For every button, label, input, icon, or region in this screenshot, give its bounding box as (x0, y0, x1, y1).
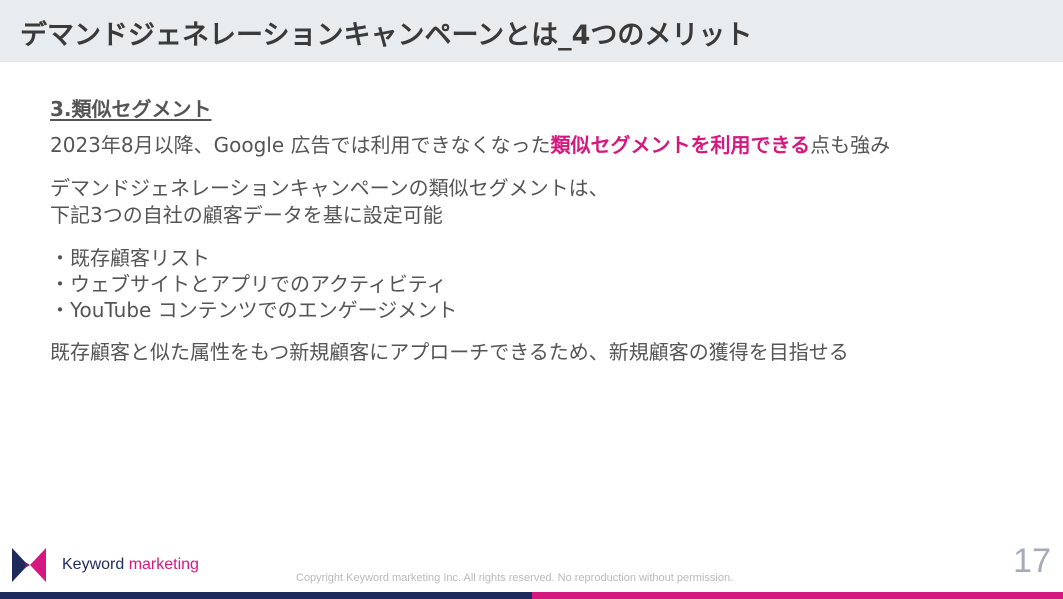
description-line: 下記3つの自社の顧客データを基に設定可能 (50, 203, 443, 227)
logo-wordmark: Keyword marketing (62, 556, 199, 574)
slide-title: デマンドジェネレーションキャンペーンとは_4つのメリット (20, 20, 753, 51)
logo-mark-icon (12, 548, 46, 582)
description-line: デマンドジェネレーションキャンペーンの類似セグメントは、 (50, 176, 609, 200)
intro-paragraph: 2023年8月以降、Google 広告では利用できなくなった類似セグメントを利用… (50, 132, 1040, 159)
section-heading: 3.類似セグメント (50, 97, 212, 121)
page-number: 17 (1013, 542, 1051, 580)
slide-header: デマンドジェネレーションキャンペーンとは_4つのメリット (0, 0, 1063, 62)
slide-content: 3.類似セグメント 2023年8月以降、Google 広告では利用できなくなった… (50, 93, 1040, 382)
bullet-item: ・ウェブサイトとアプリでのアクティビティ (50, 272, 447, 296)
intro-text-after: 点も強み (810, 133, 891, 157)
copyright-notice: Copyright Keyword marketing Inc. All rig… (296, 572, 734, 584)
bullet-item: ・YouTube コンテンツでのエンゲージメント (50, 298, 458, 322)
logo-word-marketing: marketing (124, 556, 199, 573)
footer-bar-navy (0, 592, 532, 599)
company-logo: Keyword marketing (12, 548, 232, 582)
bullet-list: ・既存顧客リスト ・ウェブサイトとアプリでのアクティビティ ・YouTube コ… (50, 245, 1040, 323)
conclusion-paragraph: 既存顧客と似た属性をもつ新規顧客にアプローチできるため、新規顧客の獲得を目指せる (50, 340, 849, 364)
footer-bar-pink (532, 592, 1063, 599)
bullet-item: ・既存顧客リスト (50, 246, 210, 270)
slide: デマンドジェネレーションキャンペーンとは_4つのメリット 3.類似セグメント 2… (0, 0, 1063, 599)
intro-text-before: 2023年8月以降、Google 広告では利用できなくなった (50, 133, 551, 157)
logo-word-keyword: Keyword (62, 556, 125, 573)
intro-highlight: 類似セグメントを利用できる (550, 133, 811, 157)
description-paragraph: デマンドジェネレーションキャンペーンの類似セグメントは、 下記3つの自社の顧客デ… (50, 175, 1040, 229)
